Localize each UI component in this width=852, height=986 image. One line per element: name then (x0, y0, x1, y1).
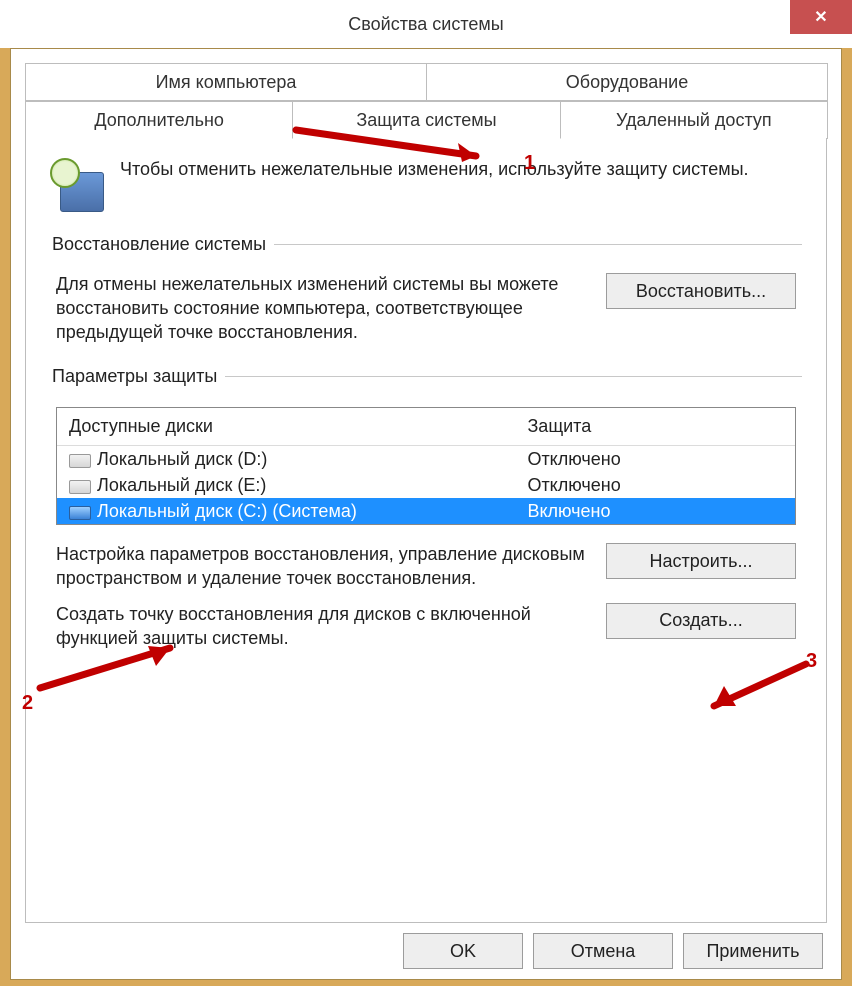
dialog-buttons: OK Отмена Применить (25, 923, 827, 969)
system-properties-window: Свойства системы ✕ Имя компьютера Оборуд… (0, 0, 852, 986)
tab-label: Оборудование (566, 72, 688, 93)
window-title: Свойства системы (348, 14, 503, 35)
create-button[interactable]: Создать... (606, 603, 796, 639)
tab-computer-name[interactable]: Имя компьютера (25, 63, 427, 101)
intro-row: Чтобы отменить нежелательные изменения, … (50, 158, 802, 212)
button-label: Создать... (659, 610, 742, 631)
dialog-body: Имя компьютера Оборудование Дополнительн… (10, 48, 842, 980)
restore-legend: Восстановление системы (50, 234, 274, 255)
drive-protection-status: Отключено (515, 472, 795, 498)
restore-description: Для отмены нежелательных изменений систе… (56, 273, 586, 344)
tab-system-protection[interactable]: Защита системы (292, 101, 560, 139)
restore-group: Восстановление системы Для отмены нежела… (50, 234, 802, 356)
drive-row[interactable]: Локальный диск (D:) Отключено (57, 446, 795, 472)
tab-strip: Имя компьютера Оборудование Дополнительн… (25, 63, 827, 139)
button-label: Отмена (571, 941, 636, 962)
drive-icon (69, 480, 91, 494)
drive-name: Локальный диск (D:) (97, 449, 267, 469)
tab-panel-system-protection: Чтобы отменить нежелательные изменения, … (25, 138, 827, 923)
tab-label: Удаленный доступ (616, 110, 772, 131)
apply-button[interactable]: Применить (683, 933, 823, 969)
tabs-area: Имя компьютера Оборудование Дополнительн… (25, 63, 827, 923)
system-drive-icon (69, 506, 91, 520)
drive-name: Локальный диск (E:) (97, 475, 266, 495)
col-protection: Защита (515, 408, 795, 446)
drive-row[interactable]: Локальный диск (E:) Отключено (57, 472, 795, 498)
tab-row-2: Дополнительно Защита системы Удаленный д… (25, 101, 827, 139)
close-button[interactable]: ✕ (790, 0, 852, 34)
drive-name: Локальный диск (C:) (Система) (97, 501, 357, 521)
tab-label: Защита системы (356, 110, 496, 131)
drive-protection-status: Отключено (515, 446, 795, 472)
create-description: Создать точку восстановления для дисков … (56, 603, 586, 651)
system-protection-icon (50, 158, 104, 212)
annotation-arrow-3 (666, 656, 826, 720)
annotation-number-2: 2 (22, 692, 33, 715)
button-label: Восстановить... (636, 281, 766, 302)
protection-legend: Параметры защиты (50, 366, 225, 387)
title-bar: Свойства системы ✕ (0, 0, 852, 48)
drives-list[interactable]: Доступные диски Защита Локальный диск (D… (56, 407, 796, 525)
configure-button[interactable]: Настроить... (606, 543, 796, 579)
intro-text: Чтобы отменить нежелательные изменения, … (120, 158, 749, 181)
drive-icon (69, 454, 91, 468)
drives-header: Доступные диски Защита (57, 408, 795, 446)
tab-remote[interactable]: Удаленный доступ (560, 101, 828, 139)
col-available-drives: Доступные диски (57, 408, 515, 446)
restore-button[interactable]: Восстановить... (606, 273, 796, 309)
tab-label: Имя компьютера (156, 72, 297, 93)
tab-advanced[interactable]: Дополнительно (25, 101, 293, 139)
annotation-number-3: 3 (806, 650, 817, 673)
button-label: OK (450, 941, 476, 962)
drive-row-selected[interactable]: Локальный диск (C:) (Система) Включено (57, 498, 795, 524)
configure-description: Настройка параметров восстановления, упр… (56, 543, 586, 591)
tab-label: Дополнительно (94, 110, 224, 131)
drive-protection-status: Включено (515, 498, 795, 524)
cancel-button[interactable]: Отмена (533, 933, 673, 969)
button-label: Настроить... (650, 551, 753, 572)
annotation-number-1: 1 (524, 152, 535, 175)
ok-button[interactable]: OK (403, 933, 523, 969)
tab-row-1: Имя компьютера Оборудование (25, 63, 827, 101)
protection-group: Параметры защиты Доступные диски Защита … (50, 366, 802, 660)
tab-hardware[interactable]: Оборудование (426, 63, 828, 101)
button-label: Применить (706, 941, 799, 962)
close-icon: ✕ (814, 7, 827, 27)
